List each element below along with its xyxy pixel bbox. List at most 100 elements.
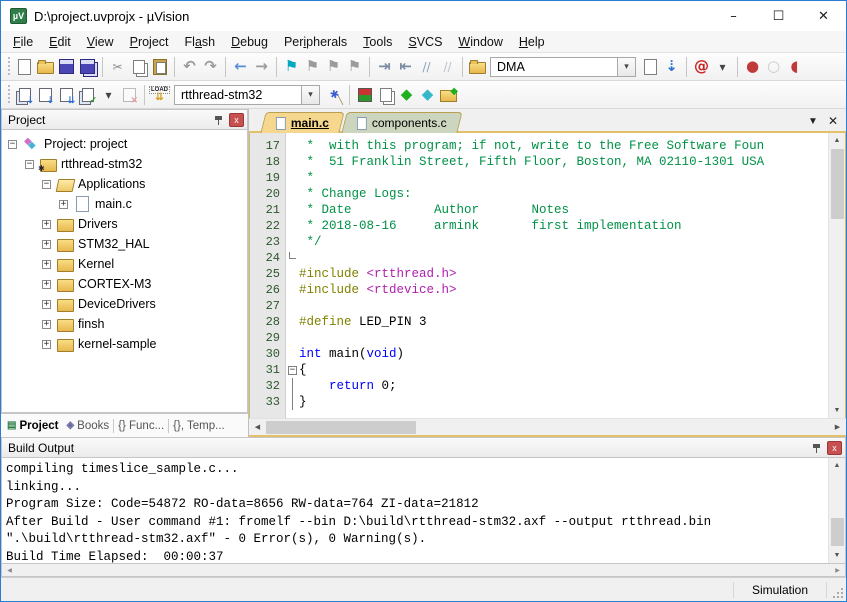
code-line[interactable]: #define LED_PIN 3 [299, 314, 828, 330]
scroll-down-icon[interactable]: ▼ [829, 403, 846, 418]
panel-tab-project[interactable]: ▤Project [3, 418, 62, 434]
code-line[interactable]: #include <rtthread.h> [299, 266, 828, 282]
expand-icon[interactable]: + [42, 280, 51, 289]
cut-icon[interactable]: ✂ [107, 56, 128, 78]
target-combo[interactable]: rtthread-stm32 [174, 85, 302, 105]
target-options-icon[interactable] [324, 84, 345, 106]
close-button[interactable]: ✕ [801, 1, 846, 31]
toolbar-grip[interactable] [6, 85, 11, 105]
code-line[interactable] [299, 330, 828, 346]
run-to-line-caret[interactable]: ▾ [712, 56, 733, 78]
line-number[interactable]: 26 [250, 282, 285, 298]
manage-items-icon[interactable] [354, 84, 375, 106]
line-number[interactable]: 31 [250, 362, 285, 378]
navigate-forward-icon[interactable]: → [251, 56, 272, 78]
tab-close-icon[interactable]: ✕ [828, 114, 838, 128]
code-line[interactable]: #include <rtdevice.h> [299, 282, 828, 298]
menu-flash[interactable]: Flash [177, 33, 224, 51]
tree-item-applications[interactable]: −Applications [2, 174, 247, 194]
tree-item-kernel[interactable]: +Kernel [2, 254, 247, 274]
tree-item-project-project[interactable]: −Project: project [2, 134, 247, 154]
code-line[interactable]: * with this program; if not, write to th… [299, 138, 828, 154]
select-packs-icon[interactable]: ◆ [417, 84, 438, 106]
build-output-text[interactable]: compiling timeslice_sample.c...linking..… [2, 458, 828, 563]
scroll-left-icon[interactable]: ◀ [2, 567, 17, 574]
menu-peripherals[interactable]: Peripherals [276, 33, 355, 51]
target-combo-dropdown[interactable]: ▾ [301, 85, 320, 105]
line-number[interactable]: 30 [250, 346, 285, 362]
navigate-back-icon[interactable]: ← [230, 56, 251, 78]
tree-item-stm32-hal[interactable]: +STM32_HAL [2, 234, 247, 254]
resize-grip[interactable] [829, 584, 846, 601]
scroll-down-icon[interactable]: ▼ [829, 548, 846, 563]
rebuild-icon[interactable] [56, 84, 77, 106]
collapse-icon[interactable]: − [8, 140, 17, 149]
stop-build-icon[interactable] [119, 84, 140, 106]
expand-icon[interactable]: + [42, 340, 51, 349]
code-line[interactable]: */ [299, 234, 828, 250]
expand-icon[interactable]: + [42, 260, 51, 269]
line-number[interactable]: 23 [250, 234, 285, 250]
scroll-right-icon[interactable]: ▶ [830, 567, 845, 574]
bookmark-toggle-icon[interactable]: ⚑ [281, 56, 302, 78]
download-icon[interactable] [149, 84, 170, 106]
toolbar-grip[interactable] [6, 57, 11, 77]
code-line[interactable] [299, 250, 828, 266]
find-in-files-icon[interactable] [640, 56, 661, 78]
tree-item-cortex-m3[interactable]: +CORTEX-M3 [2, 274, 247, 294]
editor-tab-components-c[interactable]: components.c [341, 112, 462, 133]
line-number[interactable]: 28 [250, 314, 285, 330]
menu-window[interactable]: Window [450, 33, 510, 51]
indent-icon[interactable]: ⇥ [374, 56, 395, 78]
code-line[interactable]: { [299, 362, 828, 378]
save-icon[interactable] [56, 56, 77, 78]
disable-breakpoint-icon[interactable]: ○ [763, 56, 784, 78]
scroll-up-icon[interactable]: ▲ [829, 133, 846, 148]
redo-icon[interactable]: ↷ [200, 56, 221, 78]
line-number[interactable]: 21 [250, 202, 285, 218]
menu-view[interactable]: View [79, 33, 122, 51]
bookmark-next-icon[interactable]: ⚑ [323, 56, 344, 78]
scroll-left-icon[interactable]: ◀ [249, 419, 266, 436]
vscroll-thumb[interactable] [831, 518, 844, 546]
incremental-find-icon[interactable]: ⇣ [661, 56, 682, 78]
fold-marker[interactable]: − [286, 362, 299, 378]
tree-item-finsh[interactable]: +finsh [2, 314, 247, 334]
line-number[interactable]: 22 [250, 218, 285, 234]
editor-fold-column[interactable]: − [286, 133, 299, 418]
tree-item-rtthread-stm32[interactable]: −rtthread-stm32 [2, 154, 247, 174]
menu-svcs[interactable]: SVCS [400, 33, 450, 51]
line-number[interactable]: 33 [250, 394, 285, 410]
find-in-target-icon[interactable] [467, 56, 488, 78]
tree-item-drivers[interactable]: +Drivers [2, 214, 247, 234]
uncomment-icon[interactable]: // [437, 56, 458, 78]
expand-icon[interactable]: + [42, 320, 51, 329]
panel-tab-temp[interactable]: {}, Temp... [169, 418, 229, 434]
tree-item-devicedrivers[interactable]: +DeviceDrivers [2, 294, 247, 314]
scroll-right-icon[interactable]: ▶ [829, 419, 846, 436]
code-line[interactable]: * 2018-08-16 armink first implementation [299, 218, 828, 234]
kill-breakpoints-icon[interactable]: ◖ [784, 56, 805, 78]
build-vscrollbar[interactable]: ▲ ▼ [828, 458, 845, 563]
line-number[interactable]: 27 [250, 298, 285, 314]
editor-gutter[interactable]: 1718192021222324252627282930313233 [250, 133, 286, 418]
editor-tab-main-c[interactable]: main.c [260, 112, 344, 133]
expand-icon[interactable]: + [42, 240, 51, 249]
batch-build-caret[interactable]: ▾ [98, 84, 119, 106]
fold-collapse-icon[interactable]: − [288, 366, 297, 375]
pack-installer-icon[interactable] [438, 84, 459, 106]
code-area[interactable]: * with this program; if not, write to th… [299, 133, 828, 418]
code-line[interactable]: return 0; [299, 378, 828, 394]
search-combo[interactable]: DMA [490, 57, 618, 77]
bookmark-clear-icon[interactable]: ⚑ [344, 56, 365, 78]
scroll-up-icon[interactable]: ▲ [829, 458, 846, 473]
minimize-button[interactable]: – [711, 1, 756, 31]
hscroll-thumb[interactable] [266, 421, 416, 434]
menu-file[interactable]: File [5, 33, 41, 51]
collapse-icon[interactable]: − [42, 180, 51, 189]
undo-icon[interactable]: ↶ [179, 56, 200, 78]
build-output-close-icon[interactable]: x [827, 441, 842, 455]
build-icon[interactable] [35, 84, 56, 106]
code-line[interactable] [299, 298, 828, 314]
editor-vscrollbar[interactable]: ▲ ▼ [828, 133, 845, 418]
